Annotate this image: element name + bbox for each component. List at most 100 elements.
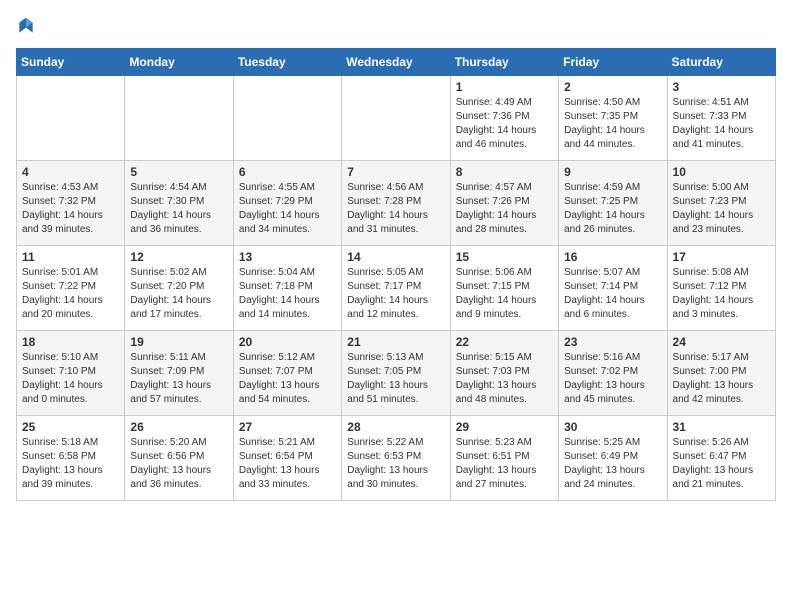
day-number: 13 <box>239 250 336 264</box>
day-info: Sunrise: 5:21 AM Sunset: 6:54 PM Dayligh… <box>239 436 336 492</box>
day-number: 18 <box>22 335 119 349</box>
weekday-header-sunday: Sunday <box>17 49 125 76</box>
calendar-cell: 15Sunrise: 5:06 AM Sunset: 7:15 PM Dayli… <box>450 246 558 331</box>
day-info: Sunrise: 4:51 AM Sunset: 7:33 PM Dayligh… <box>673 96 770 152</box>
calendar-cell: 23Sunrise: 5:16 AM Sunset: 7:02 PM Dayli… <box>559 331 667 416</box>
day-info: Sunrise: 5:01 AM Sunset: 7:22 PM Dayligh… <box>22 266 119 322</box>
calendar-cell: 21Sunrise: 5:13 AM Sunset: 7:05 PM Dayli… <box>342 331 450 416</box>
day-info: Sunrise: 4:57 AM Sunset: 7:26 PM Dayligh… <box>456 181 553 237</box>
day-number: 9 <box>564 165 661 179</box>
logo <box>16 16 40 36</box>
calendar-cell: 13 Sunrise: 5:04 AM Sunset: 7:18 PM Dayli… <box>233 246 341 331</box>
day-info: Sunrise: 4:59 AM Sunset: 7:25 PM Dayligh… <box>564 181 661 237</box>
day-info: Sunrise: 5:13 AM Sunset: 7:05 PM Dayligh… <box>347 351 444 407</box>
calendar-cell: 4 Sunrise: 4:53 AM Sunset: 7:32 PM Daylig… <box>17 161 125 246</box>
day-info: Sunrise: 5:17 AM Sunset: 7:00 PM Dayligh… <box>673 351 770 407</box>
day-info: Sunrise: 4:50 AM Sunset: 7:35 PM Dayligh… <box>564 96 661 152</box>
calendar-cell: 20 Sunrise: 5:12 AM Sunset: 7:07 PM Dayli… <box>233 331 341 416</box>
calendar-week-row: 18 Sunrise: 5:10 AM Sunset: 7:10 PM Dayli… <box>17 331 776 416</box>
day-number: 1 <box>456 80 553 94</box>
calendar-cell: 24 Sunrise: 5:17 AM Sunset: 7:00 PM Dayli… <box>667 331 775 416</box>
day-info: Sunrise: 5:18 AM Sunset: 6:58 PM Dayligh… <box>22 436 119 492</box>
day-number: 24 <box>673 335 770 349</box>
day-number: 15 <box>456 250 553 264</box>
day-number: 14 <box>347 250 444 264</box>
calendar-cell: 29 Sunrise: 5:23 AM Sunset: 6:51 PM Dayli… <box>450 416 558 501</box>
day-number: 20 <box>239 335 336 349</box>
calendar-cell: 10 Sunrise: 5:00 AM Sunset: 7:23 PM Dayli… <box>667 161 775 246</box>
day-number: 16 <box>564 250 661 264</box>
day-info: Sunrise: 4:55 AM Sunset: 7:29 PM Dayligh… <box>239 181 336 237</box>
day-info: Sunrise: 5:15 AM Sunset: 7:03 PM Dayligh… <box>456 351 553 407</box>
day-number: 5 <box>130 165 227 179</box>
day-number: 26 <box>130 420 227 434</box>
calendar-cell: 31Sunrise: 5:26 AM Sunset: 6:47 PM Dayli… <box>667 416 775 501</box>
day-number: 17 <box>673 250 770 264</box>
calendar-table: SundayMondayTuesdayWednesdayThursdayFrid… <box>16 48 776 501</box>
calendar-cell: 25Sunrise: 5:18 AM Sunset: 6:58 PM Dayli… <box>17 416 125 501</box>
day-info: Sunrise: 5:11 AM Sunset: 7:09 PM Dayligh… <box>130 351 227 407</box>
calendar-cell: 17 Sunrise: 5:08 AM Sunset: 7:12 PM Dayli… <box>667 246 775 331</box>
day-info: Sunrise: 5:08 AM Sunset: 7:12 PM Dayligh… <box>673 266 770 322</box>
day-number: 30 <box>564 420 661 434</box>
day-info: Sunrise: 5:22 AM Sunset: 6:53 PM Dayligh… <box>347 436 444 492</box>
day-info: Sunrise: 5:00 AM Sunset: 7:23 PM Dayligh… <box>673 181 770 237</box>
calendar-cell: 3 Sunrise: 4:51 AM Sunset: 7:33 PM Daylig… <box>667 76 775 161</box>
calendar-cell: 27 Sunrise: 5:21 AM Sunset: 6:54 PM Dayli… <box>233 416 341 501</box>
day-info: Sunrise: 5:26 AM Sunset: 6:47 PM Dayligh… <box>673 436 770 492</box>
day-number: 6 <box>239 165 336 179</box>
calendar-cell: 26 Sunrise: 5:20 AM Sunset: 6:56 PM Dayli… <box>125 416 233 501</box>
day-info: Sunrise: 5:04 AM Sunset: 7:18 PM Dayligh… <box>239 266 336 322</box>
day-number: 29 <box>456 420 553 434</box>
day-number: 27 <box>239 420 336 434</box>
day-number: 28 <box>347 420 444 434</box>
weekday-header-saturday: Saturday <box>667 49 775 76</box>
weekday-header-friday: Friday <box>559 49 667 76</box>
calendar-cell: 12 Sunrise: 5:02 AM Sunset: 7:20 PM Dayli… <box>125 246 233 331</box>
calendar-cell: 5 Sunrise: 4:54 AM Sunset: 7:30 PM Daylig… <box>125 161 233 246</box>
day-info: Sunrise: 5:05 AM Sunset: 7:17 PM Dayligh… <box>347 266 444 322</box>
page-header <box>16 16 776 36</box>
day-info: Sunrise: 5:23 AM Sunset: 6:51 PM Dayligh… <box>456 436 553 492</box>
calendar-cell <box>233 76 341 161</box>
logo-icon <box>16 16 36 36</box>
day-number: 10 <box>673 165 770 179</box>
day-info: Sunrise: 5:20 AM Sunset: 6:56 PM Dayligh… <box>130 436 227 492</box>
day-number: 4 <box>22 165 119 179</box>
weekday-header-row: SundayMondayTuesdayWednesdayThursdayFrid… <box>17 49 776 76</box>
weekday-header-thursday: Thursday <box>450 49 558 76</box>
day-number: 8 <box>456 165 553 179</box>
day-info: Sunrise: 4:53 AM Sunset: 7:32 PM Dayligh… <box>22 181 119 237</box>
weekday-header-tuesday: Tuesday <box>233 49 341 76</box>
calendar-week-row: 4 Sunrise: 4:53 AM Sunset: 7:32 PM Daylig… <box>17 161 776 246</box>
calendar-week-row: 1 Sunrise: 4:49 AM Sunset: 7:36 PM Daylig… <box>17 76 776 161</box>
calendar-cell: 2 Sunrise: 4:50 AM Sunset: 7:35 PM Daylig… <box>559 76 667 161</box>
day-info: Sunrise: 4:56 AM Sunset: 7:28 PM Dayligh… <box>347 181 444 237</box>
day-info: Sunrise: 5:25 AM Sunset: 6:49 PM Dayligh… <box>564 436 661 492</box>
calendar-cell: 8 Sunrise: 4:57 AM Sunset: 7:26 PM Daylig… <box>450 161 558 246</box>
calendar-cell: 9 Sunrise: 4:59 AM Sunset: 7:25 PM Daylig… <box>559 161 667 246</box>
day-number: 22 <box>456 335 553 349</box>
day-number: 7 <box>347 165 444 179</box>
day-info: Sunrise: 4:54 AM Sunset: 7:30 PM Dayligh… <box>130 181 227 237</box>
day-info: Sunrise: 4:49 AM Sunset: 7:36 PM Dayligh… <box>456 96 553 152</box>
day-info: Sunrise: 5:10 AM Sunset: 7:10 PM Dayligh… <box>22 351 119 407</box>
weekday-header-wednesday: Wednesday <box>342 49 450 76</box>
calendar-cell: 1 Sunrise: 4:49 AM Sunset: 7:36 PM Daylig… <box>450 76 558 161</box>
calendar-cell: 18 Sunrise: 5:10 AM Sunset: 7:10 PM Dayli… <box>17 331 125 416</box>
calendar-cell: 19Sunrise: 5:11 AM Sunset: 7:09 PM Dayli… <box>125 331 233 416</box>
day-number: 3 <box>673 80 770 94</box>
calendar-cell <box>125 76 233 161</box>
calendar-cell: 6 Sunrise: 4:55 AM Sunset: 7:29 PM Daylig… <box>233 161 341 246</box>
calendar-cell: 14 Sunrise: 5:05 AM Sunset: 7:17 PM Dayli… <box>342 246 450 331</box>
calendar-cell: 30 Sunrise: 5:25 AM Sunset: 6:49 PM Dayli… <box>559 416 667 501</box>
calendar-week-row: 25Sunrise: 5:18 AM Sunset: 6:58 PM Dayli… <box>17 416 776 501</box>
calendar-cell <box>342 76 450 161</box>
day-number: 11 <box>22 250 119 264</box>
day-number: 23 <box>564 335 661 349</box>
day-info: Sunrise: 5:02 AM Sunset: 7:20 PM Dayligh… <box>130 266 227 322</box>
day-number: 2 <box>564 80 661 94</box>
day-info: Sunrise: 5:12 AM Sunset: 7:07 PM Dayligh… <box>239 351 336 407</box>
calendar-cell: 11 Sunrise: 5:01 AM Sunset: 7:22 PM Dayli… <box>17 246 125 331</box>
day-number: 12 <box>130 250 227 264</box>
